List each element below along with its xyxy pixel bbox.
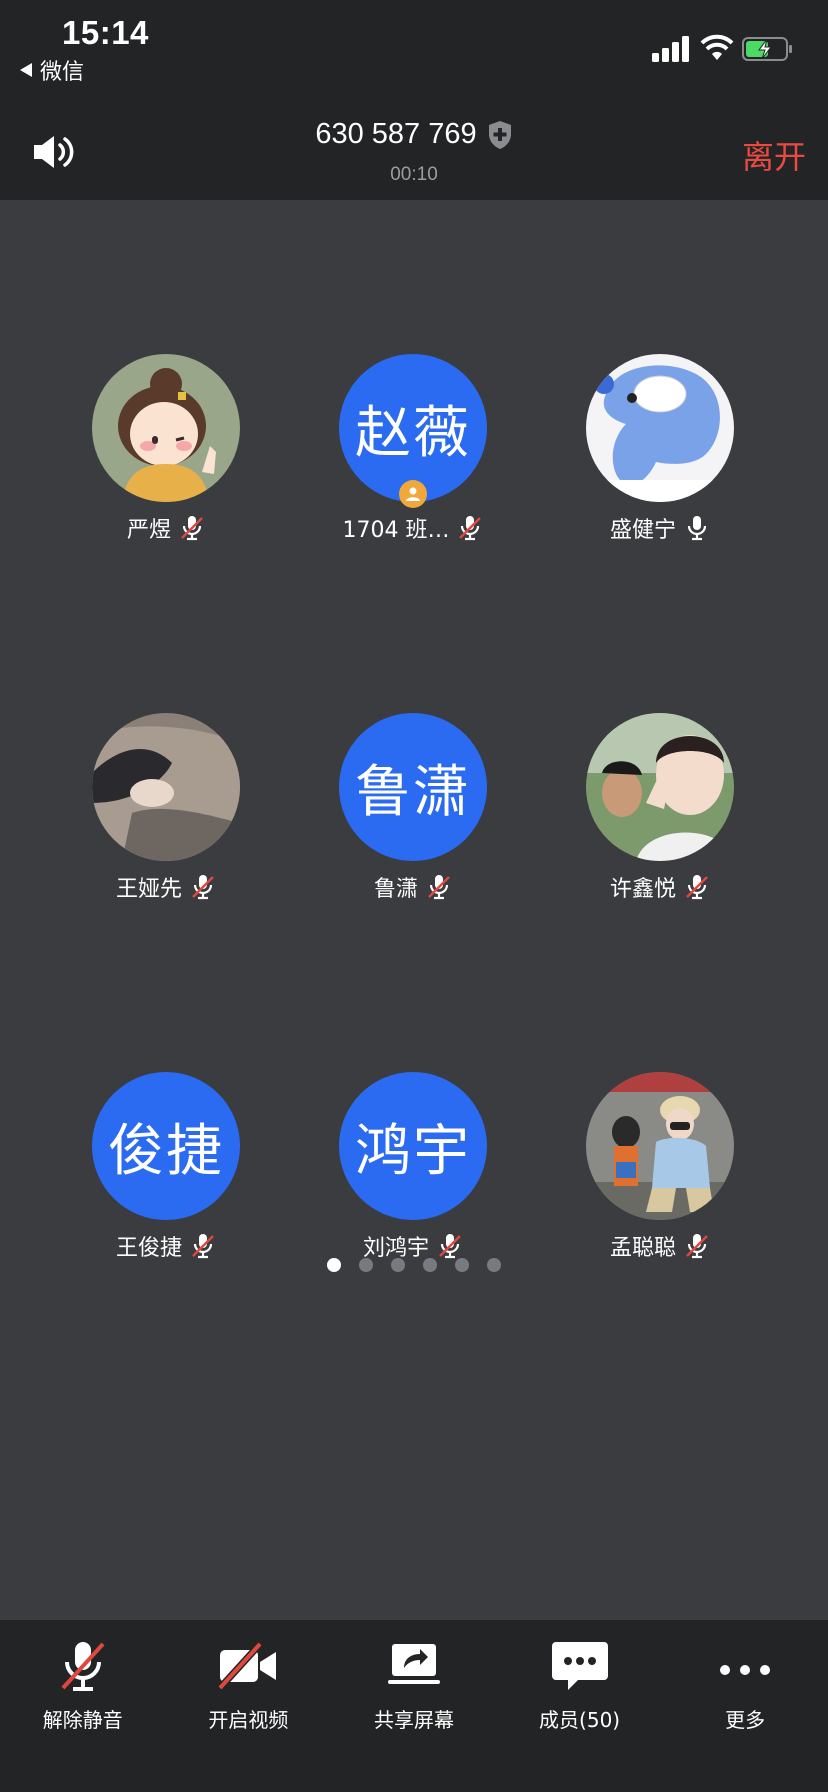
mic-muted-icon (192, 1234, 214, 1259)
back-app-label: 微信 (40, 60, 85, 85)
participant-tile[interactable]: 孟聪聪 (550, 1072, 770, 1262)
back-arrow-icon (20, 63, 32, 77)
participant-tile[interactable]: 鸿宇 刘鸿宇 (303, 1072, 523, 1262)
cellular-signal-icon (652, 36, 689, 62)
avatar: 鲁潇 (339, 713, 487, 861)
meeting-id-row: 630 587 769 (0, 118, 828, 151)
host-badge (399, 480, 427, 508)
mic-muted-icon (439, 1234, 461, 1259)
avatar (586, 354, 734, 502)
avatar: 鸿宇 (339, 1072, 487, 1220)
mic-muted-icon (686, 1234, 708, 1259)
participant-name: 盛健宁 (609, 518, 676, 543)
share-screen-button[interactable]: 共享屏幕 (339, 1620, 489, 1792)
unmute-button[interactable]: 解除静音 (8, 1620, 158, 1792)
avatar (92, 713, 240, 861)
cartoon-dinosaur-avatar-image (586, 354, 734, 502)
sleeping-girl-avatar-image (92, 713, 240, 861)
shield-plus-icon[interactable] (487, 120, 513, 150)
members-button[interactable]: 成员(50) (505, 1620, 655, 1792)
chat-bubble-icon (551, 1642, 608, 1690)
page-indicator[interactable] (0, 1258, 828, 1272)
back-to-wechat[interactable]: 微信 (20, 54, 84, 86)
page-dot[interactable] (487, 1258, 501, 1272)
mic-muted-icon (61, 1642, 105, 1691)
mic-muted-icon (192, 875, 214, 900)
more-label: 更多 (725, 1708, 766, 1732)
avatar: 俊捷 (92, 1072, 240, 1220)
leave-button[interactable]: 离开 (742, 132, 806, 178)
page-dot[interactable] (359, 1258, 373, 1272)
outdoor-photo-avatar-image (586, 1072, 734, 1220)
page-dot[interactable] (327, 1258, 341, 1272)
meeting-timer: 00:10 (390, 164, 438, 185)
participant-name: 1704 班… (342, 518, 450, 543)
unmute-label: 解除静音 (42, 1708, 123, 1732)
participant-name: 王娅先 (115, 877, 182, 902)
page-dot[interactable] (391, 1258, 405, 1272)
mic-muted-icon (428, 875, 450, 900)
participant-name: 鲁潇 (373, 877, 418, 902)
members-label: 成员(50) (539, 1708, 621, 1732)
participant-tile[interactable]: 盛健宁 (550, 354, 770, 544)
person-icon (406, 487, 420, 501)
more-button[interactable]: 更多 (670, 1620, 820, 1792)
mic-on-icon (687, 516, 707, 541)
selfie-avatar-image (586, 713, 734, 861)
page-dot[interactable] (455, 1258, 469, 1272)
share-screen-label: 共享屏幕 (373, 1708, 454, 1732)
status-time: 15:14 (62, 14, 149, 51)
top-bar: 15:14 微信 630 587 769 00:10 离开 (0, 0, 828, 200)
bottom-toolbar: 解除静音 开启视频 共享屏幕 成员(50) 更多 (0, 1620, 828, 1792)
participant-tile[interactable]: 王娅先 (56, 713, 276, 903)
cartoon-girl-avatar-image (92, 354, 240, 502)
page-dot[interactable] (423, 1258, 437, 1272)
avatar (586, 713, 734, 861)
start-video-label: 开启视频 (208, 1708, 289, 1732)
avatar (586, 1072, 734, 1220)
meeting-id: 630 587 769 (315, 118, 477, 150)
start-video-button[interactable]: 开启视频 (173, 1620, 323, 1792)
battery-charging-icon (742, 37, 792, 61)
participant-tile[interactable]: 严煜 (56, 354, 276, 544)
mic-muted-icon (181, 516, 203, 541)
wifi-icon (700, 34, 734, 60)
mic-muted-icon (686, 875, 708, 900)
participant-tile[interactable]: 鲁潇 鲁潇 (303, 713, 523, 903)
participant-tile[interactable]: 赵薇 1704 班… (303, 354, 523, 544)
participant-tile[interactable]: 许鑫悦 (550, 713, 770, 903)
avatar (92, 354, 240, 502)
video-off-icon (217, 1641, 277, 1691)
participant-name: 严煜 (126, 518, 171, 543)
share-screen-icon (387, 1644, 440, 1684)
participant-tile[interactable]: 俊捷 王俊捷 (56, 1072, 276, 1262)
mic-muted-icon (459, 516, 482, 541)
participant-name: 许鑫悦 (609, 877, 676, 902)
more-dots-icon (720, 1665, 771, 1675)
